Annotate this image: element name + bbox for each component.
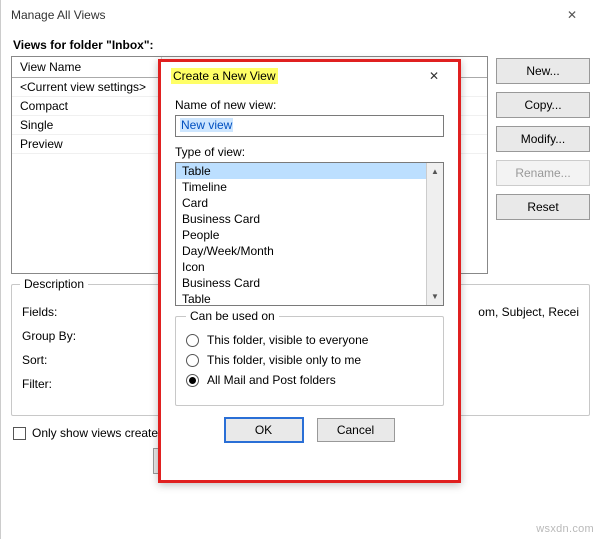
name-label: Name of new view: [175, 98, 444, 112]
scrollbar[interactable]: ▲ ▼ [426, 163, 443, 305]
modal-ok-button[interactable]: OK [225, 418, 303, 442]
description-legend: Description [20, 277, 88, 291]
radio-row[interactable]: This folder, visible to everyone [186, 333, 433, 347]
rename-button[interactable]: Rename... [496, 160, 590, 186]
can-be-used-on-group: Can be used on This folder, visible to e… [175, 316, 444, 406]
list-item[interactable]: Table [176, 163, 426, 179]
col-view-name[interactable]: View Name [12, 57, 162, 77]
type-listbox[interactable]: Table Timeline Card Business Card People… [175, 162, 444, 306]
right-button-stack: New... Copy... Modify... Rename... Reset [496, 56, 590, 220]
titlebar: Manage All Views ✕ [1, 0, 600, 30]
list-item[interactable]: Business Card [176, 211, 426, 227]
scroll-down-icon[interactable]: ▼ [427, 288, 443, 305]
modal-close-button[interactable]: ✕ [418, 66, 450, 86]
modal-body: Name of new view: New view Type of view:… [161, 90, 458, 452]
sort-label: Sort: [22, 353, 92, 367]
list-item[interactable]: Card [176, 195, 426, 211]
radio-icon[interactable] [186, 354, 199, 367]
list-item[interactable]: Day/Week/Month [176, 243, 426, 259]
filter-label: Filter: [22, 377, 92, 391]
list-items: Table Timeline Card Business Card People… [176, 163, 426, 306]
list-item[interactable]: Icon [176, 259, 426, 275]
radio-icon[interactable] [186, 374, 199, 387]
modal-cancel-button[interactable]: Cancel [317, 418, 395, 442]
fields-label: Fields: [22, 305, 92, 319]
list-item[interactable]: Timeline [176, 179, 426, 195]
groupby-label: Group By: [22, 329, 92, 343]
close-button[interactable]: ✕ [554, 3, 590, 27]
checkbox-icon[interactable] [13, 427, 26, 440]
modal-button-row: OK Cancel [175, 418, 444, 442]
radio-label: All Mail and Post folders [207, 373, 336, 387]
close-icon: ✕ [429, 69, 439, 83]
list-item[interactable]: Table [176, 291, 426, 306]
copy-button[interactable]: Copy... [496, 92, 590, 118]
modify-button[interactable]: Modify... [496, 126, 590, 152]
list-item[interactable]: Business Card [176, 275, 426, 291]
watermark: wsxdn.com [536, 523, 594, 535]
list-item[interactable]: People [176, 227, 426, 243]
modal-titlebar: Create a New View ✕ [161, 62, 458, 90]
radio-label: This folder, visible only to me [207, 353, 361, 367]
views-for-label: Views for folder "Inbox": [13, 38, 590, 52]
reset-button[interactable]: Reset [496, 194, 590, 220]
modal-title: Create a New View [171, 68, 278, 84]
new-button[interactable]: New... [496, 58, 590, 84]
dialog-title: Manage All Views [11, 8, 554, 22]
radio-row[interactable]: All Mail and Post folders [186, 373, 433, 387]
name-input-value: New view [180, 118, 233, 132]
name-input[interactable]: New view [175, 115, 444, 137]
radio-icon[interactable] [186, 334, 199, 347]
type-label: Type of view: [175, 145, 444, 159]
radio-row[interactable]: This folder, visible only to me [186, 353, 433, 367]
close-icon: ✕ [567, 8, 577, 22]
create-new-view-dialog: Create a New View ✕ Name of new view: Ne… [158, 59, 461, 483]
radio-label: This folder, visible to everyone [207, 333, 368, 347]
scroll-up-icon[interactable]: ▲ [427, 163, 443, 180]
group-legend: Can be used on [186, 309, 279, 323]
